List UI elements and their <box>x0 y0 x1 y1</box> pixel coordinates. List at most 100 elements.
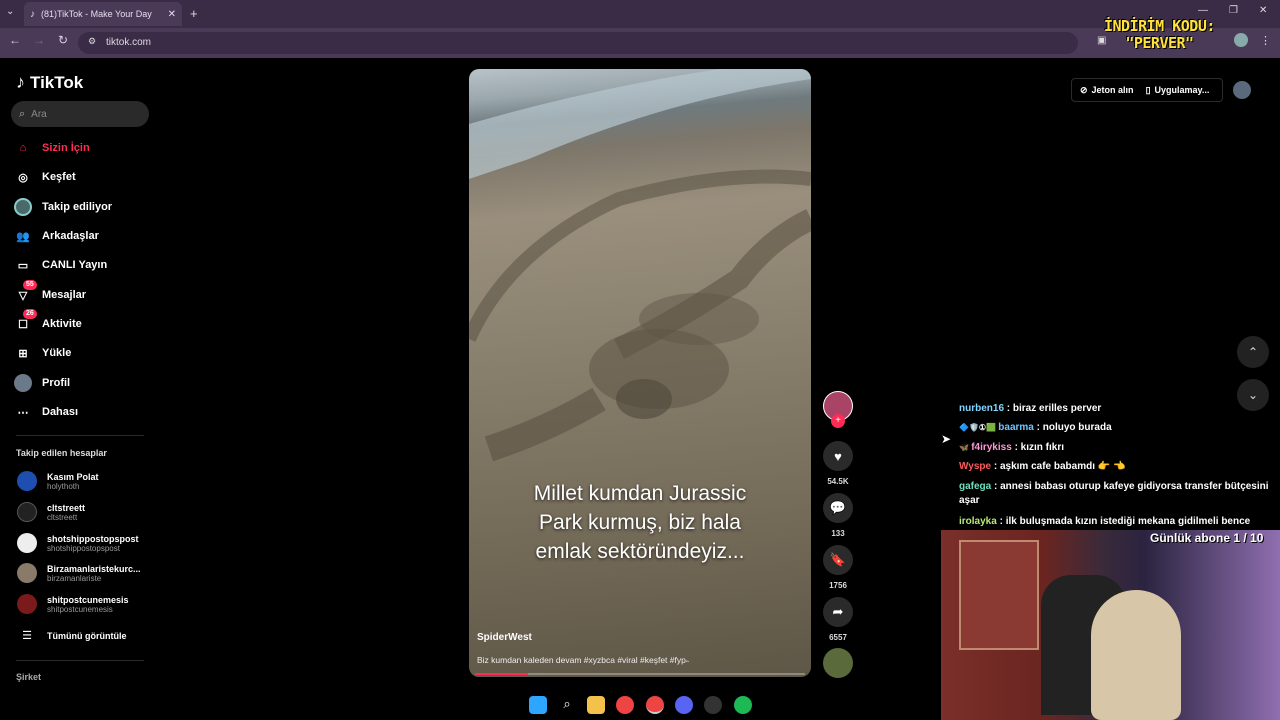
previous-video-button[interactable]: ⌃ <box>1237 336 1269 368</box>
messages-badge: 55 <box>23 280 37 290</box>
address-bar[interactable]: tiktok.com <box>78 32 1078 54</box>
sand-sculpture-image <box>469 69 811 462</box>
following-account[interactable]: shotshippostopspost shotshippostopspost <box>17 533 139 553</box>
video-caption-overlay: Millet kumdan Jurassic Park kurmuş, biz … <box>469 479 811 566</box>
app-icon[interactable] <box>704 696 722 714</box>
search-input[interactable]: ⌕ Ara <box>11 101 149 127</box>
account-handle: shotshippostopspost <box>47 543 120 553</box>
close-tab-icon[interactable]: ✕ <box>168 9 176 20</box>
back-icon[interactable]: ← <box>7 33 23 47</box>
like-button[interactable]: ♥ 54.5K <box>822 441 854 486</box>
chat-username: gafega <box>959 481 992 492</box>
chevron-down-icon: ⌄ <box>1247 388 1259 402</box>
creator-avatar[interactable]: + <box>822 391 854 428</box>
restore-icon[interactable]: ❐ <box>1229 5 1238 16</box>
chat-message: nurben16 : biraz erilles perver <box>959 402 1275 416</box>
browser-toolbar: tiktok.com ⚙ <box>0 28 1280 58</box>
chat-text: : noluyo burada <box>1036 422 1112 433</box>
nav-label: Arkadaşlar <box>42 230 99 242</box>
video-author[interactable]: SpiderWest <box>477 632 532 643</box>
chat-username: irolayka <box>959 516 997 527</box>
streamer-webcam <box>941 530 1280 720</box>
nav-profile[interactable]: Profil <box>14 374 70 392</box>
comment-icon: 💬 <box>823 493 853 523</box>
nav-upload[interactable]: ⊞ Yükle <box>14 344 71 362</box>
chat-text: : biraz erilles perver <box>1006 403 1102 414</box>
tiktok-logo[interactable]: ♪ TikTok <box>16 72 83 93</box>
nav-friends[interactable]: 👥 Arkadaşlar <box>14 227 99 245</box>
promo-line-1: İNDİRİM KODU: <box>1104 17 1215 35</box>
site-info-icon[interactable]: ⚙ <box>88 36 96 47</box>
chat-badges: 🦋 <box>959 443 972 452</box>
following-account[interactable]: Birzamanlaristekurc... birzamanlariste <box>17 563 141 583</box>
nav-label: Keşfet <box>42 171 76 183</box>
avatar <box>17 594 37 614</box>
coin-icon: ⊘ <box>1080 84 1088 95</box>
video-progress-bar[interactable] <box>475 673 805 675</box>
music-disc[interactable] <box>822 648 854 678</box>
search-taskbar-icon[interactable]: ⌕ <box>558 696 576 714</box>
like-count: 54.5K <box>827 477 849 486</box>
nav-more[interactable]: ⋯ Dahası <box>14 403 79 421</box>
save-button[interactable]: 🔖 1756 <box>822 545 854 590</box>
nav-activity[interactable]: ☐ 26 Aktivite <box>14 309 82 333</box>
account-name: shitpostcunemesis <box>47 594 129 605</box>
more-icon: ⋯ <box>17 406 29 419</box>
new-tab-icon[interactable]: + <box>190 6 198 21</box>
nav-label: Aktivite <box>42 318 82 330</box>
start-icon[interactable] <box>529 696 547 714</box>
forward-icon[interactable]: → <box>31 33 47 47</box>
see-all-link[interactable]: ☰ Tümünü görüntüle <box>17 629 126 642</box>
nav-live[interactable]: ▭ CANLI Yayın <box>14 256 107 274</box>
chat-username: Wyspe <box>959 461 992 472</box>
user-avatar[interactable] <box>1233 81 1251 99</box>
chrome-icon[interactable] <box>616 696 634 714</box>
profile-icon[interactable] <box>1234 33 1248 47</box>
chevron-up-icon: ⌃ <box>1247 345 1259 359</box>
nav-messages[interactable]: ▽ 55 Mesajlar <box>14 280 86 304</box>
avatar <box>17 502 37 522</box>
spotify-icon[interactable] <box>734 696 752 714</box>
chat-message: 🦋 f4irykiss : kızın fıkrı <box>959 441 1275 455</box>
friends-icon: 👥 <box>16 230 30 243</box>
get-app-button[interactable]: ▯ Uygulamay... <box>1142 85 1214 96</box>
activity-badge: 26 <box>23 309 37 319</box>
get-coins-button[interactable]: ⊘ Jeton alın <box>1072 85 1142 96</box>
video-description[interactable]: Biz kumdan kaleden devam #xyzbca #viral … <box>477 655 689 665</box>
share-button[interactable]: ➦ 6557 <box>822 597 854 642</box>
reload-icon[interactable]: ↻ <box>55 33 71 47</box>
comment-count: 133 <box>831 529 845 538</box>
following-account[interactable]: Kasım Polat holythoth <box>17 471 99 491</box>
following-account[interactable]: cltstreett cltstreett <box>17 502 85 522</box>
account-handle: holythoth <box>47 481 80 491</box>
phone-icon: ▯ <box>1145 84 1151 95</box>
chat-username: baarma <box>998 422 1034 433</box>
close-window-icon[interactable]: ✕ <box>1259 5 1267 16</box>
top-actions: ⊘ Jeton alın ▯ Uygulamay... <box>1071 78 1223 102</box>
account-handle: birzamanlariste <box>47 573 102 583</box>
live-icon: ▭ <box>17 259 29 272</box>
activity-icon: ☐ 26 <box>14 309 37 333</box>
file-explorer-icon[interactable] <box>587 696 605 714</box>
search-icon: ⌕ <box>19 107 26 120</box>
tab-list-chevron-icon[interactable]: ⌄ <box>6 6 14 17</box>
avatar <box>17 563 37 583</box>
nav-for-you[interactable]: ⌂ Sizin İçin <box>14 139 90 157</box>
chat-text: : aşkım cafe babamdı 👉 👈 <box>993 461 1126 472</box>
nav-following[interactable]: Takip ediliyor <box>14 198 112 216</box>
browser-menu-icon[interactable]: ⋮ <box>1260 34 1271 47</box>
minimize-icon[interactable]: — <box>1198 5 1208 16</box>
messages-icon: ▽ 55 <box>14 280 37 304</box>
video-player[interactable]: Millet kumdan Jurassic Park kurmuş, biz … <box>469 69 811 677</box>
discord-icon[interactable] <box>675 696 693 714</box>
os-taskbar <box>0 690 941 720</box>
follow-plus-icon[interactable]: + <box>831 414 845 428</box>
caption-line: Park kurmuş, biz hala <box>539 511 741 534</box>
comment-button[interactable]: 💬 133 <box>822 493 854 538</box>
account-name: shotshippostopspost <box>47 533 139 544</box>
nav-explore[interactable]: ◎ Keşfet <box>14 168 76 186</box>
following-account[interactable]: shitpostcunemesis shitpostcunemesis <box>17 594 129 614</box>
company-footer-link[interactable]: Şirket <box>16 672 41 682</box>
browser-tab[interactable]: ♪ (81)TikTok - Make Your Day ✕ <box>24 2 182 26</box>
chrome-active-icon[interactable] <box>646 696 664 714</box>
